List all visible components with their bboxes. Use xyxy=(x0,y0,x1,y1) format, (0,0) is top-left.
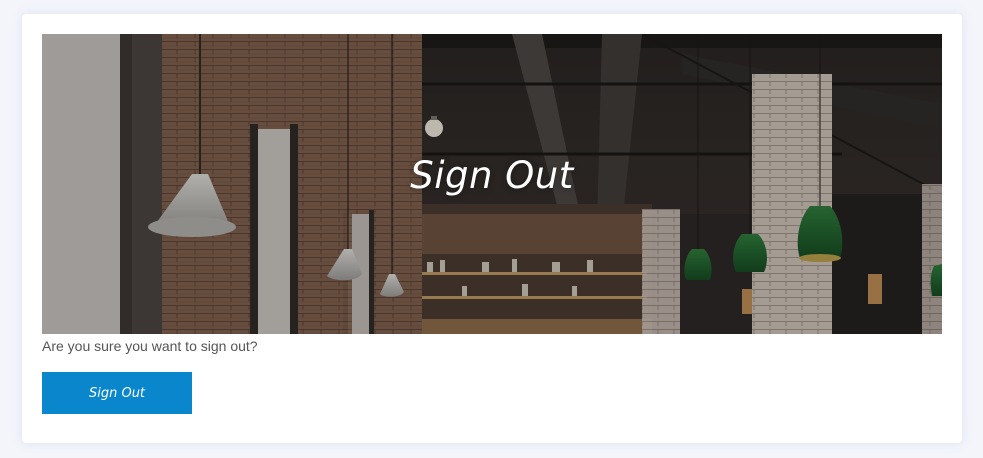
hero-banner: Sign Out xyxy=(42,34,942,334)
signout-confirm-message: Are you sure you want to sign out? xyxy=(42,338,258,354)
signout-card: Sign Out Are you sure you want to sign o… xyxy=(22,14,962,443)
sign-out-button[interactable]: Sign Out xyxy=(42,372,192,414)
page-title: Sign Out xyxy=(410,154,574,197)
